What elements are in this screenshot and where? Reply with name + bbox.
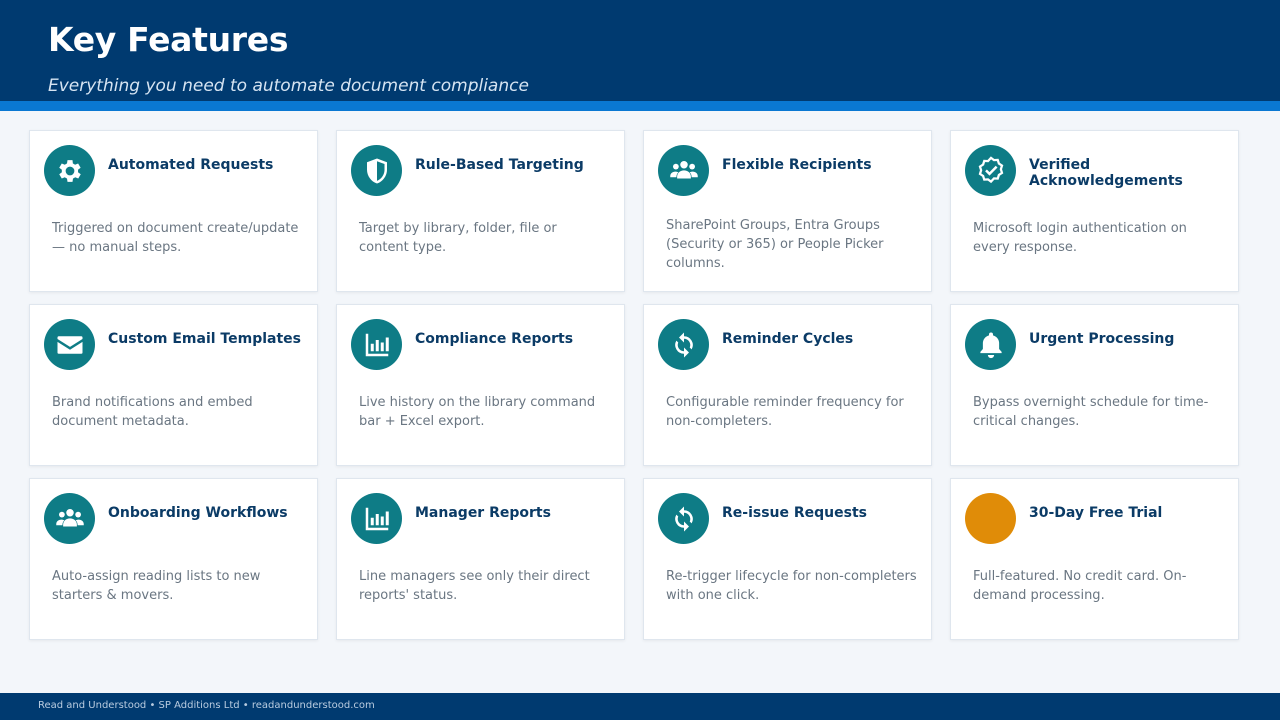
users-icon [658, 145, 709, 196]
feature-description: Live history on the library command bar … [359, 395, 596, 429]
feature-description: Microsoft login authentication on every … [973, 221, 1187, 255]
shield-icon [351, 145, 402, 196]
feature-description: Target by library, folder, file or conte… [359, 221, 557, 255]
verified-badge-icon [965, 145, 1016, 196]
bar-chart-icon [351, 493, 402, 544]
feature-title: Rule-Based Targeting [415, 157, 584, 173]
feature-title: Compliance Reports [415, 331, 574, 347]
feature-description: Brand notifications and embed document m… [52, 395, 253, 429]
feature-title: Onboarding Workflows [108, 505, 288, 521]
feature-title: Re-issue Requests [722, 505, 868, 521]
feature-card-flexible-recipients: Flexible Recipients SharePoint Groups, E… [643, 130, 932, 292]
refresh-icon [658, 493, 709, 544]
feature-title: Reminder Cycles [722, 331, 854, 347]
feature-title: Urgent Processing [1029, 331, 1175, 347]
feature-description: Full-featured. No credit card. On-demand… [973, 569, 1187, 603]
feature-title: 30-Day Free Trial [1029, 505, 1163, 521]
feature-card-free-trial: 30-Day Free Trial Full-featured. No cred… [950, 478, 1239, 640]
feature-card-re-issue-requests: Re-issue Requests Re-trigger lifecycle f… [643, 478, 932, 640]
header-bar: Key Features Everything you need to auto… [0, 0, 1280, 101]
feature-card-custom-email-templates: Custom Email Templates Brand notificatio… [29, 304, 318, 466]
feature-description: Auto-assign reading lists to new starter… [52, 569, 261, 603]
feature-description: Triggered on document create/update — no… [52, 221, 299, 255]
feature-card-rule-based-targeting: Rule-Based Targeting Target by library, … [336, 130, 625, 292]
footer-bar: Read and Understood • SP Additions Ltd •… [0, 693, 1280, 720]
feature-card-onboarding-workflows: Onboarding Workflows Auto-assign reading… [29, 478, 318, 640]
feature-description: Configurable reminder frequency for non-… [666, 395, 904, 429]
feature-card-verified-acknowledgements: Verified Acknowledgements Microsoft logi… [950, 130, 1239, 292]
feature-description: SharePoint Groups, Entra Groups (Securit… [666, 218, 884, 271]
feature-card-manager-reports: Manager Reports Line managers see only t… [336, 478, 625, 640]
feature-description: Bypass overnight schedule for time-criti… [973, 395, 1209, 429]
feature-description: Re-trigger lifecycle for non-completers … [666, 569, 917, 603]
feature-grid: Automated Requests Triggered on document… [29, 130, 1239, 640]
header-accent-stripe [0, 101, 1280, 111]
footer-text: Read and Understood • SP Additions Ltd •… [38, 700, 375, 711]
gear-icon [44, 145, 95, 196]
feature-card-reminder-cycles: Reminder Cycles Configurable reminder fr… [643, 304, 932, 466]
refresh-icon [658, 319, 709, 370]
feature-description: Line managers see only their direct repo… [359, 569, 590, 603]
bell-icon [965, 319, 1016, 370]
feature-title: Verified Acknowledgements [1029, 157, 1183, 189]
page-subtitle: Everything you need to automate document… [48, 76, 529, 96]
feature-title: Manager Reports [415, 505, 551, 521]
feature-card-automated-requests: Automated Requests Triggered on document… [29, 130, 318, 292]
feature-card-urgent-processing: Urgent Processing Bypass overnight sched… [950, 304, 1239, 466]
users-icon [44, 493, 95, 544]
page-title: Key Features [48, 20, 289, 59]
feature-title: Automated Requests [108, 157, 274, 173]
bar-chart-icon [351, 319, 402, 370]
envelope-icon [44, 319, 95, 370]
feature-card-compliance-reports: Compliance Reports Live history on the l… [336, 304, 625, 466]
feature-title: Flexible Recipients [722, 157, 872, 173]
circle-icon [965, 493, 1016, 544]
feature-title: Custom Email Templates [108, 331, 301, 347]
